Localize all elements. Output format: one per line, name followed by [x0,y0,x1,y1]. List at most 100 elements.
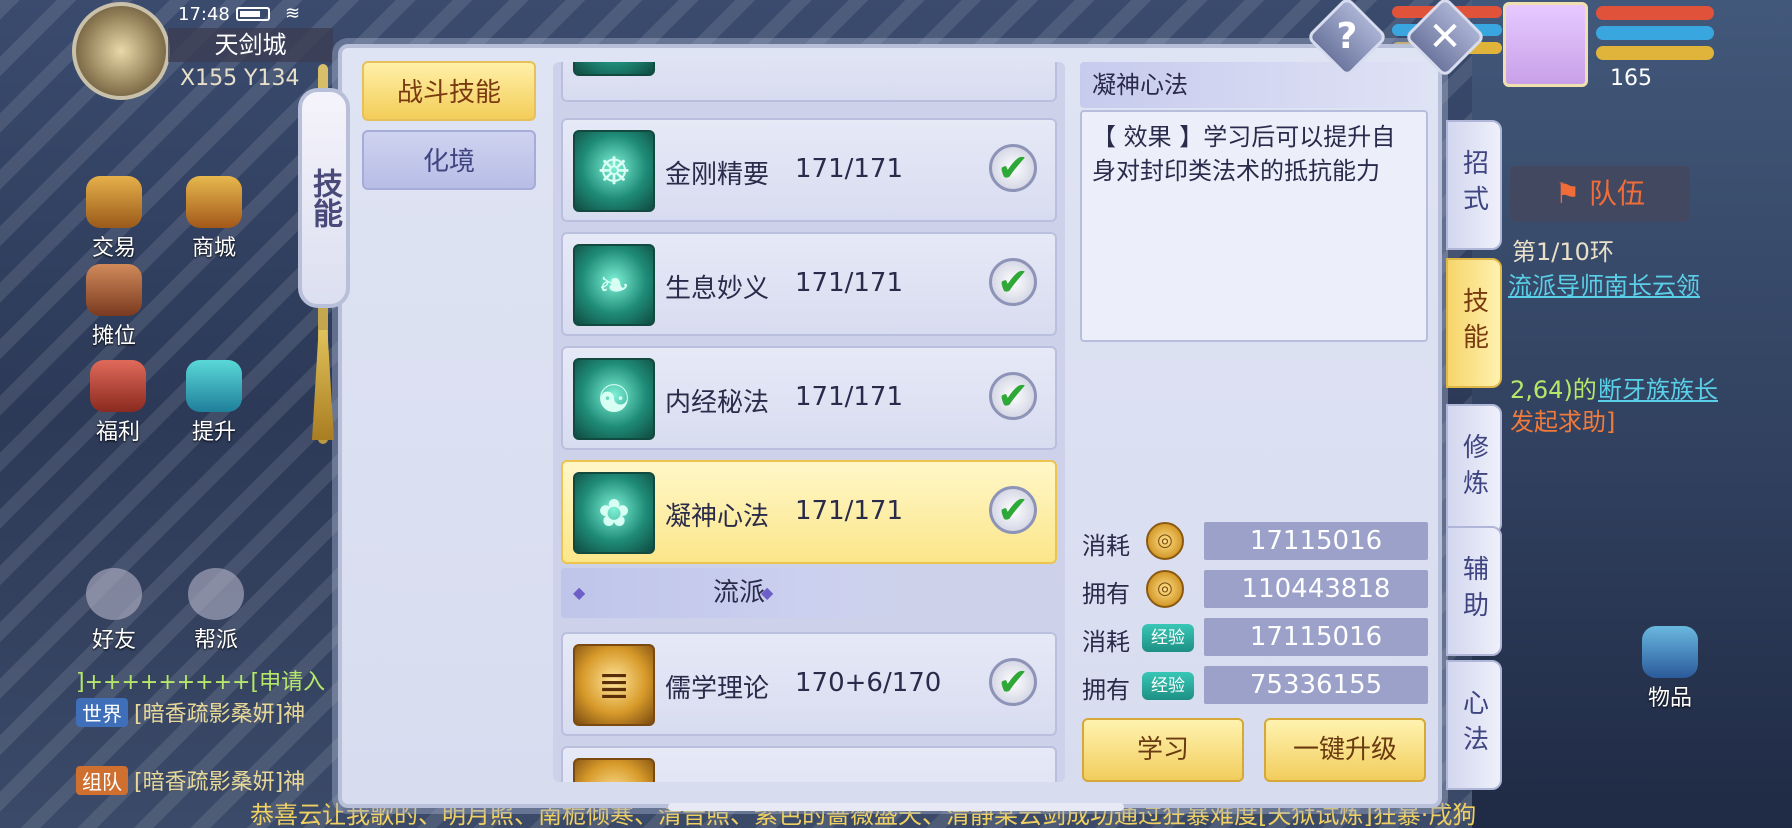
skill-description: 【 效果 】学习后可以提升自身对封印类法术的抵抗能力 [1080,110,1428,342]
quest-boss-link[interactable]: 断牙族族长 [1598,370,1718,405]
panel-side-title: 技能 [298,88,350,308]
chat-text: [暗香疏影桑妍]神 [134,702,306,727]
cost-value: 17115016 [1204,618,1428,656]
cost-label: 拥有 [1082,580,1130,608]
team-label: 队伍 [1589,177,1646,210]
check-icon: ✔ [989,144,1037,192]
map-name: 天剑城 [168,28,333,62]
lotus-icon: ✿ [573,472,655,554]
skill-name: 凝神心法 [665,502,770,532]
stall-button[interactable]: 摊位 [86,264,142,350]
microphone-icon [188,568,244,620]
diamond-icon: ◆ [573,583,586,602]
guild-voice-button[interactable]: 帮派 [188,568,244,654]
chat-line-world[interactable]: 世界 [暗香疏影桑妍]神 [76,696,305,728]
chat-line-team[interactable]: 组队 [暗香疏影桑妍]神 [76,764,305,796]
team-tab[interactable]: ⚑ 队伍 [1510,166,1690,222]
skill-row[interactable]: ☯ 内经秘法 171/171 ✔ [561,346,1057,450]
cost-row-coin: 消耗 ◎ 17115016 [1082,522,1428,562]
skill-level: 171/171 [795,382,904,412]
items-button[interactable]: 物品 [1642,626,1698,712]
tab-battle-skills[interactable]: 战斗技能 [362,61,536,121]
welfare-label: 福利 [95,420,140,445]
cost-value: 110443818 [1204,570,1428,608]
wifi-icon: ≋ [285,3,301,24]
skill-row-partial[interactable] [561,746,1057,782]
exp-badge: 经验 [1142,624,1194,652]
bell-icon: ☸ [573,130,655,212]
skill-name: 儒学理论 [665,674,770,704]
battery-icon [236,7,270,21]
cost-value: 75336155 [1204,666,1428,704]
check-icon: ✔ [989,486,1037,534]
trade-label: 交易 [91,236,136,261]
tab-moves[interactable]: 招式 [1446,120,1502,250]
tab-mind-method[interactable]: 心法 [1446,660,1502,790]
section-label: 流派 [712,578,765,608]
upgrade-label: 提升 [191,420,236,445]
cost-value: 17115016 [1204,522,1428,560]
skill-level: 171/171 [795,496,904,526]
learn-button[interactable]: 学习 [1082,718,1244,782]
quest-npc-link[interactable]: 流派导师南长云领 [1508,266,1700,301]
skill-row-selected[interactable]: ✿ 凝神心法 171/171 ✔ [561,460,1057,564]
chest-icon [90,360,146,412]
tab-skills[interactable]: 技能 [1446,258,1502,388]
friends-button[interactable]: 好友 [86,568,142,654]
coin-icon: ◎ [1146,522,1184,560]
skill-level: 170+6/170 [795,668,942,698]
skill-icon [573,758,655,782]
leaf-icon: ❧ [573,244,655,326]
bag-icon [1642,626,1698,678]
quest-progress: 第1/10环 [1512,238,1614,266]
check-icon: ✔ [989,258,1037,306]
quest-help-link[interactable]: 发起求助] [1510,402,1615,437]
friends-icon [86,568,142,620]
close-icon: ✕ [1428,13,1462,60]
school-section-header: ◆ 流派 ◆ [561,568,917,618]
cost-label: 拥有 [1082,676,1130,704]
skill-name: 金刚精要 [665,160,770,190]
chat-channel-tag: 世界 [76,698,128,727]
items-label: 物品 [1647,686,1692,711]
skill-list[interactable]: ☸ 金刚精要 171/171 ✔ ❧ 生息妙义 171/171 ✔ ☯ 内经秘法… [553,62,1065,782]
shop-button[interactable]: 商城 [186,176,242,262]
trade-button[interactable]: 交易 [86,176,142,262]
coin-icon: ◎ [1146,570,1184,608]
clock: 17:48 [178,4,230,25]
upgrade-side-button[interactable]: 提升 [186,360,242,446]
question-icon: ? [1336,16,1358,57]
tab-realm[interactable]: 化境 [362,130,536,190]
horizontal-scrollbar[interactable] [668,803,1124,811]
chat-line: ]+++++++++[申请入 [76,670,326,695]
skill-row[interactable]: ❧ 生息妙义 171/171 ✔ [561,232,1057,336]
meditation-icon: ☯ [573,358,655,440]
check-icon: ✔ [989,658,1037,706]
own-row-coin: 拥有 ◎ 110443818 [1082,570,1428,610]
minimap-button[interactable] [72,2,170,100]
skill-row[interactable]: ≣ 儒学理论 170+6/170 ✔ [561,632,1057,736]
welfare-button[interactable]: 福利 [90,360,146,446]
guild-label: 帮派 [193,628,238,653]
trade-icon [86,176,142,228]
check-icon: ✔ [989,372,1037,420]
tab-assist[interactable]: 辅助 [1446,526,1502,656]
skill-row-partial[interactable] [561,62,1057,102]
upgrade-all-button[interactable]: 一键升级 [1264,718,1426,782]
scroll-icon: ≣ [573,644,655,726]
skill-name: 生息妙义 [665,274,770,304]
book-icon [573,62,655,76]
cost-label: 消耗 [1082,628,1130,656]
skill-row[interactable]: ☸ 金刚精要 171/171 ✔ [561,118,1057,222]
skill-name: 内经秘法 [665,388,770,418]
cost-label: 消耗 [1082,532,1130,560]
chat-channel-tag: 组队 [76,766,128,795]
friends-label: 好友 [91,628,136,653]
tab-cultivation[interactable]: 修炼 [1446,404,1502,534]
skill-level: 171/171 [795,154,904,184]
player-avatar[interactable] [1503,2,1588,87]
skill-level: 171/171 [795,268,904,298]
diamond-icon: ◆ [761,583,774,602]
shop-icon [186,176,242,228]
skill-detail-title: 凝神心法 [1080,62,1428,108]
